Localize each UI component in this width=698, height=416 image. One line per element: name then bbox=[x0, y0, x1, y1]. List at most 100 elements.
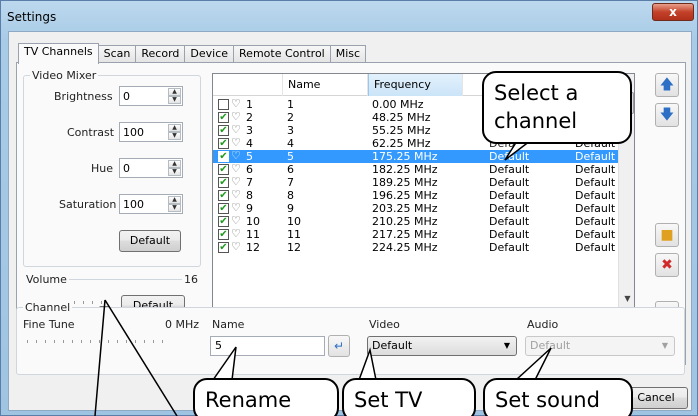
channel-checkbox[interactable]: ✔ bbox=[218, 151, 229, 162]
channel-number: 6 bbox=[246, 163, 253, 176]
hue-spinner[interactable]: 0 ▲ ▼ bbox=[119, 158, 183, 178]
name-input[interactable]: 5 bbox=[210, 336, 325, 356]
heart-icon[interactable]: ♡ bbox=[231, 110, 241, 123]
spin-up-icon[interactable]: ▲ bbox=[168, 160, 181, 168]
spin-down-icon[interactable]: ▼ bbox=[168, 204, 181, 212]
tab-record[interactable]: Record bbox=[135, 45, 186, 63]
channel-number: 4 bbox=[246, 137, 253, 150]
channel-name: 3 bbox=[287, 124, 294, 137]
spin-down-icon[interactable]: ▼ bbox=[168, 168, 181, 176]
channel-checkbox[interactable]: ✔ bbox=[218, 138, 229, 149]
channel-number: 5 bbox=[246, 150, 253, 163]
brightness-spinner[interactable]: 0 ▲ ▼ bbox=[119, 86, 183, 106]
contrast-label: Contrast bbox=[67, 126, 115, 139]
spin-down-icon[interactable]: ▼ bbox=[168, 132, 181, 140]
channel-number: 7 bbox=[246, 176, 253, 189]
cancel-button[interactable]: Cancel bbox=[624, 387, 688, 409]
tab-device[interactable]: Device bbox=[184, 45, 235, 63]
heart-icon[interactable]: ♡ bbox=[231, 240, 241, 253]
channel-row[interactable]: ✔ ♡ 5 5 175.25 MHz Default Default bbox=[213, 149, 634, 163]
channel-checkbox[interactable]: ✔ bbox=[218, 190, 229, 201]
callout-line-1: Select a bbox=[494, 81, 579, 105]
tab-misc[interactable]: Misc bbox=[329, 45, 367, 63]
spin-down-icon[interactable]: ▼ bbox=[168, 96, 181, 104]
channel-number: 10 bbox=[246, 215, 260, 228]
channel-audio: Default bbox=[575, 176, 616, 189]
channel-frequency: 210.25 MHz bbox=[372, 215, 438, 228]
video-combo[interactable]: Default ▼ bbox=[367, 336, 517, 356]
heart-icon[interactable]: ♡ bbox=[231, 149, 241, 162]
chevron-down-icon: ▼ bbox=[661, 341, 668, 350]
heart-icon[interactable]: ♡ bbox=[231, 97, 241, 110]
folder-icon[interactable]: ■ bbox=[655, 223, 679, 247]
channel-name: 2 bbox=[287, 111, 294, 124]
heart-icon[interactable]: ♡ bbox=[231, 214, 241, 227]
audio-label: Audio bbox=[527, 318, 559, 331]
contrast-spinner[interactable]: 100 ▲ ▼ bbox=[119, 122, 183, 142]
channel-name: 1 bbox=[287, 98, 294, 111]
spin-up-icon[interactable]: ▲ bbox=[168, 88, 181, 96]
channel-row[interactable]: ✔ ♡ 11 11 217.25 MHz Default Default bbox=[213, 227, 634, 241]
video-mixer-default-button[interactable]: Default bbox=[119, 230, 181, 252]
channel-frequency: 62.25 MHz bbox=[372, 137, 431, 150]
fine-tune-value: 0 MHz bbox=[165, 318, 200, 331]
tab-strip: TV Channels Scan Record Device Remote Co… bbox=[18, 43, 367, 64]
heart-icon[interactable]: ♡ bbox=[231, 136, 241, 149]
channel-row[interactable]: ✔ ♡ 6 6 182.25 MHz Default Default bbox=[213, 162, 634, 176]
heart-icon[interactable]: ♡ bbox=[231, 162, 241, 175]
spin-up-icon[interactable]: ▲ bbox=[168, 124, 181, 132]
channel-checkbox[interactable]: ✔ bbox=[218, 242, 229, 253]
channel-frequency: 48.25 MHz bbox=[372, 111, 431, 124]
channel-frequency: 0.00 MHz bbox=[372, 98, 424, 111]
channel-frequency: 55.25 MHz bbox=[372, 124, 431, 137]
channel-row[interactable]: ✔ ♡ 7 7 189.25 MHz Default Default bbox=[213, 175, 634, 189]
spin-up-icon[interactable]: ▲ bbox=[168, 196, 181, 204]
saturation-spinner[interactable]: 100 ▲ ▼ bbox=[119, 194, 183, 214]
channel-checkbox[interactable]: ✔ bbox=[218, 216, 229, 227]
column-header-blank[interactable] bbox=[213, 74, 283, 96]
fine-tune-label: Fine Tune bbox=[23, 318, 75, 331]
callout-line-2: channel bbox=[494, 109, 578, 133]
channel-frequency: 217.25 MHz bbox=[372, 228, 438, 241]
close-button[interactable]: x bbox=[652, 3, 694, 21]
column-header-frequency[interactable]: Frequency bbox=[368, 74, 463, 96]
volume-value: 16 bbox=[182, 273, 200, 286]
heart-icon[interactable]: ♡ bbox=[231, 175, 241, 188]
heart-icon[interactable]: ♡ bbox=[231, 188, 241, 201]
channel-row[interactable]: ✔ ♡ 10 10 210.25 MHz Default Default bbox=[213, 214, 634, 228]
delete-icon[interactable]: ✖ bbox=[655, 253, 679, 277]
heart-icon[interactable]: ♡ bbox=[231, 123, 241, 136]
tab-remote-control[interactable]: Remote Control bbox=[233, 45, 331, 63]
channel-frequency: 182.25 MHz bbox=[372, 163, 438, 176]
channel-checkbox[interactable]: ✔ bbox=[218, 125, 229, 136]
scroll-down-icon[interactable]: ▼ bbox=[620, 291, 634, 307]
channel-number: 2 bbox=[246, 111, 253, 124]
column-header-name[interactable]: Name bbox=[283, 74, 368, 96]
arrow-up-icon[interactable]: 🡅 bbox=[655, 73, 679, 97]
heart-icon[interactable]: ♡ bbox=[231, 227, 241, 240]
channel-row[interactable]: ✔ ♡ 9 9 203.25 MHz Default Default bbox=[213, 201, 634, 215]
hue-value: 0 bbox=[123, 162, 130, 175]
heart-icon[interactable]: ♡ bbox=[231, 201, 241, 214]
channel-row[interactable]: ✔ ♡ 12 12 224.25 MHz Default Default bbox=[213, 240, 634, 254]
channel-video: Default bbox=[489, 215, 530, 228]
channel-checkbox[interactable]: ✔ bbox=[218, 229, 229, 240]
chevron-down-icon: ▼ bbox=[503, 341, 510, 350]
enter-icon[interactable]: ↵ bbox=[328, 335, 350, 357]
contrast-value: 100 bbox=[123, 126, 144, 139]
tab-scan[interactable]: Scan bbox=[97, 45, 137, 63]
channel-number: 11 bbox=[246, 228, 260, 241]
tab-tv-channels[interactable]: TV Channels bbox=[18, 43, 99, 64]
channel-checkbox[interactable]: ✔ bbox=[218, 112, 229, 123]
channel-row[interactable]: ✔ ♡ 8 8 196.25 MHz Default Default bbox=[213, 188, 634, 202]
channel-checkbox[interactable] bbox=[218, 99, 229, 110]
arrow-down-icon[interactable]: 🡇 bbox=[655, 103, 679, 127]
saturation-value: 100 bbox=[123, 198, 144, 211]
channel-number: 9 bbox=[246, 202, 253, 215]
audio-combo: Default ▼ bbox=[525, 336, 675, 356]
channel-checkbox[interactable]: ✔ bbox=[218, 177, 229, 188]
channel-name: 8 bbox=[287, 189, 294, 202]
channel-audio: Default bbox=[575, 215, 616, 228]
channel-checkbox[interactable]: ✔ bbox=[218, 203, 229, 214]
channel-checkbox[interactable]: ✔ bbox=[218, 164, 229, 175]
